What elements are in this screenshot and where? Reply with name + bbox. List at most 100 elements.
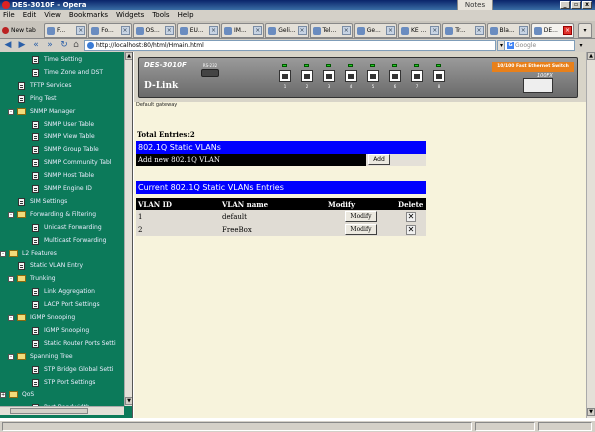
browser-tab[interactable]: Fo... ×: [88, 23, 132, 38]
nav-item[interactable]: Multicast Forwarding: [0, 235, 124, 247]
scroll-down-icon[interactable]: ▼: [587, 408, 595, 416]
tab-close-icon[interactable]: ×: [297, 26, 307, 35]
ethernet-port-icon[interactable]: [345, 70, 357, 82]
ethernet-port-icon[interactable]: [279, 70, 291, 82]
menu-widgets[interactable]: Widgets: [116, 10, 144, 21]
add-button[interactable]: Add: [368, 154, 390, 165]
tab-close-icon[interactable]: ×: [386, 26, 395, 35]
nav-item[interactable]: Unicast Forwarding: [0, 222, 124, 234]
forward-icon[interactable]: ▶: [17, 40, 27, 50]
modify-button[interactable]: Modify: [345, 224, 377, 235]
close-window-icon[interactable]: x: [582, 1, 592, 9]
browser-tab[interactable]: Tr... ×: [442, 23, 486, 38]
tab-close-icon[interactable]: ×: [76, 26, 86, 35]
nav-item[interactable]: - Spanning Tree: [0, 351, 124, 363]
nav-item[interactable]: - Trunking: [0, 273, 124, 285]
menu-bookmarks[interactable]: Bookmarks: [69, 10, 108, 21]
nav-item[interactable]: - IGMP Snooping: [0, 312, 124, 324]
browser-tab[interactable]: Bla... ×: [486, 23, 530, 38]
content-vertical-scrollbar[interactable]: ▲ ▼: [586, 52, 595, 418]
delete-icon[interactable]: ✕: [406, 211, 416, 222]
collapse-icon[interactable]: -: [8, 353, 14, 360]
tab-close-icon[interactable]: ×: [341, 26, 351, 35]
menu-help[interactable]: Help: [178, 10, 194, 21]
scroll-down-icon[interactable]: ▼: [125, 397, 132, 405]
browser-tab[interactable]: F... ×: [44, 23, 88, 38]
collapse-icon[interactable]: -: [8, 276, 14, 283]
ethernet-port-icon[interactable]: [389, 70, 401, 82]
tab-close-icon[interactable]: ×: [209, 26, 218, 35]
browser-tab[interactable]: IM... ×: [221, 23, 265, 38]
nav-item[interactable]: - SNMP Manager: [0, 106, 124, 118]
search-input[interactable]: G Google: [504, 40, 575, 51]
expand-icon[interactable]: +: [0, 392, 6, 399]
nav-item[interactable]: SNMP Group Table: [0, 144, 124, 156]
tab-menu-icon[interactable]: ▾: [578, 23, 592, 38]
fx-port-icon[interactable]: [523, 78, 553, 93]
nav-item[interactable]: Link Aggregation: [0, 286, 124, 298]
collapse-icon[interactable]: -: [8, 211, 14, 218]
browser-tab[interactable]: Geli... ×: [265, 23, 309, 38]
browser-tab[interactable]: OS... ×: [132, 23, 176, 38]
new-tab-button[interactable]: New tab: [1, 23, 43, 38]
nav-item[interactable]: Time Zone and DST: [0, 67, 124, 79]
nav-item[interactable]: - L2 Features: [0, 248, 124, 260]
nav-item[interactable]: - Forwarding & Filtering: [0, 209, 124, 221]
scroll-thumb[interactable]: [10, 408, 88, 414]
ethernet-port-icon[interactable]: [367, 70, 379, 82]
home-icon[interactable]: ⌂: [71, 40, 81, 50]
nav-item[interactable]: SIM Settings: [0, 196, 124, 208]
delete-icon[interactable]: ✕: [406, 224, 416, 235]
back-icon[interactable]: ◀: [3, 40, 13, 50]
search-dropdown-icon[interactable]: ▾: [577, 40, 585, 51]
nav-item[interactable]: Time Setting: [0, 54, 124, 66]
browser-tab[interactable]: EU... ×: [176, 23, 220, 38]
scroll-up-icon[interactable]: ▲: [587, 52, 595, 60]
nav-item[interactable]: Static VLAN Entry: [0, 260, 124, 272]
nav-item[interactable]: STP Port Settings: [0, 377, 124, 389]
menu-tools[interactable]: Tools: [152, 10, 169, 21]
address-input[interactable]: http://localhost:80/html/Hmain.html: [84, 40, 496, 51]
collapse-icon[interactable]: -: [0, 250, 6, 257]
tab-close-icon[interactable]: ×: [164, 26, 174, 35]
nav-item[interactable]: SNMP Community Tabl: [0, 157, 124, 169]
collapse-icon[interactable]: -: [8, 315, 14, 321]
menu-edit[interactable]: Edit: [23, 10, 37, 21]
browser-tab[interactable]: Ge... ×: [353, 23, 397, 38]
ethernet-port-icon[interactable]: [301, 70, 313, 82]
modify-button[interactable]: Modify: [345, 211, 377, 222]
nav-item[interactable]: Ping Test: [0, 93, 124, 105]
minimize-icon[interactable]: _: [560, 1, 570, 9]
browser-tab[interactable]: KE ... ×: [398, 23, 442, 38]
nav-item[interactable]: TFTP Services: [0, 80, 124, 92]
collapse-icon[interactable]: -: [8, 108, 14, 115]
ethernet-port-icon[interactable]: [411, 70, 423, 82]
tab-close-icon[interactable]: ×: [563, 26, 572, 35]
nav-item[interactable]: SNMP Engine ID: [0, 183, 124, 195]
scroll-up-icon[interactable]: ▲: [125, 52, 132, 60]
maximize-icon[interactable]: ▫: [571, 1, 581, 9]
nav-item[interactable]: IGMP Snooping: [0, 325, 124, 337]
nav-item[interactable]: SNMP View Table: [0, 131, 124, 143]
menu-file[interactable]: File: [3, 10, 15, 21]
tab-close-icon[interactable]: ×: [120, 26, 130, 35]
browser-tab[interactable]: Tel... ×: [309, 23, 353, 38]
nav-item[interactable]: STP Bridge Global Setti: [0, 364, 124, 376]
tab-close-icon[interactable]: ×: [430, 26, 440, 35]
fast-forward-icon[interactable]: »: [45, 40, 55, 50]
nav-item[interactable]: Static Router Ports Setti: [0, 338, 124, 350]
tab-close-icon[interactable]: ×: [518, 26, 528, 35]
ethernet-port-icon[interactable]: [433, 70, 445, 82]
nav-item[interactable]: SNMP Host Table: [0, 170, 124, 182]
menu-view[interactable]: View: [44, 10, 61, 21]
ethernet-port-icon[interactable]: [323, 70, 335, 82]
tab-close-icon[interactable]: ×: [253, 26, 263, 35]
nav-item[interactable]: + QoS: [0, 389, 124, 401]
reload-icon[interactable]: ↻: [59, 40, 69, 50]
nav-item[interactable]: LACP Port Settings: [0, 299, 124, 311]
nav-item[interactable]: SNMP User Table: [0, 119, 124, 131]
nav-vertical-scrollbar[interactable]: ▲ ▼: [124, 52, 132, 406]
browser-tab[interactable]: DE... ×: [530, 23, 574, 38]
tab-close-icon[interactable]: ×: [474, 26, 484, 35]
nav-horizontal-scrollbar[interactable]: [0, 406, 124, 415]
